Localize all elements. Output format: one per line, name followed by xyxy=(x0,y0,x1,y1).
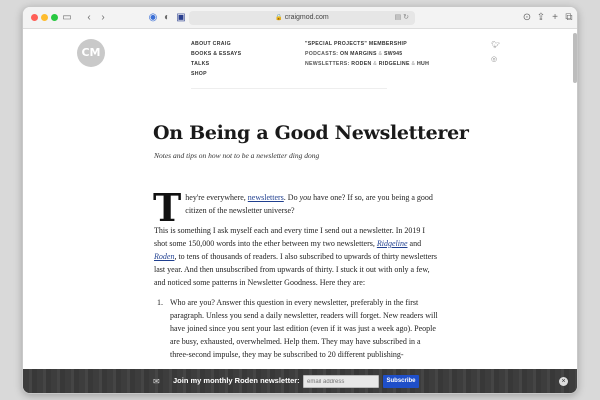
newsletter-separator: & xyxy=(373,61,378,67)
podcast-separator: & xyxy=(378,51,383,57)
text-run: hey're everywhere, xyxy=(185,193,248,202)
nav-podcasts-row: PODCASTS: ON MARGINS & SW945 xyxy=(305,49,429,59)
url-text: craigmod.com xyxy=(284,14,329,21)
podcasts-label: PODCASTS: xyxy=(305,51,339,57)
nav-shop[interactable]: SHOP xyxy=(191,69,241,79)
drop-cap: T xyxy=(153,185,182,230)
article-paragraph: This is something I ask myself each and … xyxy=(154,224,439,289)
minimize-window-button[interactable] xyxy=(41,14,48,21)
text-emphasis: you xyxy=(299,193,312,202)
newsletter-ridgeline[interactable]: RIDGELINE xyxy=(379,61,410,67)
tips-list: 1. Who are you? Answer this question in … xyxy=(154,296,439,361)
twitter-icon[interactable]: 🐦︎ xyxy=(491,41,500,49)
browser-toolbar: ▭ ‹ › ◉ ◐ ▣ 🔒 craigmod.com ▤ ↻ ⊙ ⇪ + ⧉ xyxy=(23,7,577,29)
scrollbar[interactable] xyxy=(573,33,577,83)
newsletters-label: NEWSLETTERS: xyxy=(305,61,350,67)
nav-special-projects[interactable]: "SPECIAL PROJECTS" MEMBERSHIP xyxy=(305,39,429,49)
lock-icon: 🔒 xyxy=(275,15,283,21)
shield-icon[interactable]: ◉ xyxy=(147,11,159,25)
article-paragraph: They're everywhere, newsletters. Do you … xyxy=(153,189,439,227)
text-run: and xyxy=(407,239,422,248)
reader-icon[interactable]: ▤ ↻ xyxy=(395,11,409,25)
newsletter-signup-banner: ✉ Join my monthly Roden newsletter: Subs… xyxy=(23,369,577,393)
header-divider xyxy=(191,88,387,89)
nav-about[interactable]: ABOUT CRAIG xyxy=(191,39,241,49)
list-item-text: Who are you? Answer this question in eve… xyxy=(170,298,438,359)
nav-talks[interactable]: TALKS xyxy=(191,59,241,69)
close-window-button[interactable] xyxy=(31,14,38,21)
sidebar-icon[interactable]: ▭ xyxy=(61,11,73,25)
nav-books-essays[interactable]: BOOKS & ESSAYS xyxy=(191,49,241,59)
list-item: 1. Who are you? Answer this question in … xyxy=(154,296,439,361)
article-subtitle: Notes and tips on how not to be a newsle… xyxy=(154,151,320,160)
podcast-sw945[interactable]: SW945 xyxy=(384,51,403,57)
nav-secondary: "SPECIAL PROJECTS" MEMBERSHIP PODCASTS: … xyxy=(305,39,429,69)
email-field[interactable] xyxy=(303,375,379,388)
address-bar[interactable]: 🔒 craigmod.com ▤ ↻ xyxy=(189,11,415,25)
list-number: 1. xyxy=(157,298,163,307)
zoom-window-button[interactable] xyxy=(51,14,58,21)
tabs-icon[interactable]: ⧉ xyxy=(563,11,575,25)
forward-icon[interactable]: › xyxy=(97,11,109,25)
nav-newsletters-row: NEWSLETTERS: RODEN & RIDGELINE & HUH xyxy=(305,59,429,69)
newsletter-roden[interactable]: RODEN xyxy=(351,61,371,67)
web-page: CM ABOUT CRAIG BOOKS & ESSAYS TALKS SHOP… xyxy=(23,29,577,393)
newsletter-huh[interactable]: HUH xyxy=(417,61,429,67)
article-title: On Being a Good Newsletterer xyxy=(153,122,469,144)
link-text: Roden xyxy=(154,252,175,261)
newsletters-link[interactable]: newsletters xyxy=(248,193,284,202)
text-run: . Do xyxy=(283,193,300,202)
bookmark-icon[interactable]: ▣ xyxy=(175,11,187,25)
newsletter-separator: & xyxy=(411,61,416,67)
browser-window: ▭ ‹ › ◉ ◐ ▣ 🔒 craigmod.com ▤ ↻ ⊙ ⇪ + ⧉ CM… xyxy=(22,6,578,394)
nav-primary: ABOUT CRAIG BOOKS & ESSAYS TALKS SHOP xyxy=(191,39,241,79)
roden-link[interactable]: Roden xyxy=(154,252,174,261)
podcast-on-margins[interactable]: ON MARGINS xyxy=(340,51,377,57)
link-text: Ridgeline xyxy=(376,239,408,248)
article-body: They're everywhere, newsletters. Do you … xyxy=(153,189,439,361)
back-icon[interactable]: ‹ xyxy=(83,11,95,25)
text-run: , to tens of thousands of readers. I als… xyxy=(154,252,438,287)
share-icon[interactable]: ⇪ xyxy=(535,11,547,25)
subscribe-button[interactable]: Subscribe xyxy=(383,375,419,388)
ridgeline-link[interactable]: Ridgeline xyxy=(377,239,408,248)
close-icon[interactable]: × xyxy=(559,377,568,386)
envelope-icon: ✉ xyxy=(153,377,160,386)
instagram-icon[interactable]: ◎ xyxy=(491,55,497,63)
signup-label: Join my monthly Roden newsletter: xyxy=(173,376,300,385)
new-tab-icon[interactable]: + xyxy=(549,11,561,25)
site-logo[interactable]: CM xyxy=(77,39,105,67)
contrast-icon[interactable]: ◐ xyxy=(161,11,173,25)
download-icon[interactable]: ⊙ xyxy=(521,11,533,25)
